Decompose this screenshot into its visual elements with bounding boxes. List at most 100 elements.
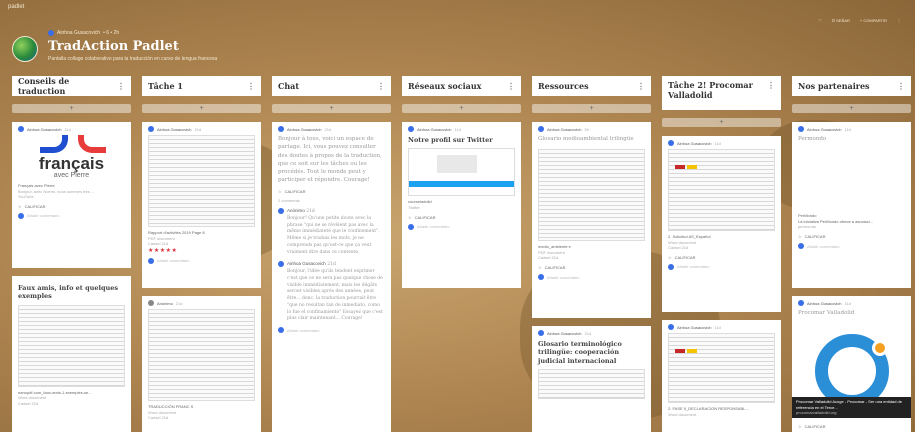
add-post-button[interactable]: + bbox=[272, 104, 391, 113]
brand-logo[interactable]: padlet bbox=[8, 4, 24, 10]
post-card[interactable]: Ainhoa Gusacovich 11d Permondo PerMondo L… bbox=[792, 122, 911, 288]
column-header: Chat ⋮ bbox=[272, 76, 391, 96]
comment-text: Bonjour, l'idée qu'ils tendent exprimer … bbox=[287, 269, 383, 322]
rate-button[interactable]: ☆ CALIFICAR bbox=[278, 189, 385, 194]
post-title: Glosario medioambiental trilingüe bbox=[538, 136, 634, 142]
header-actions: ♡ ⊡ SEÑAR + COMPARTIR ⋮ bbox=[818, 18, 901, 23]
document-preview[interactable] bbox=[668, 149, 775, 231]
column-title: Tâche 2! Procomar Valladolid bbox=[668, 80, 753, 101]
document-preview[interactable] bbox=[148, 135, 255, 227]
more-menu-icon[interactable]: ⋮ bbox=[897, 18, 901, 23]
user-avatar-icon bbox=[668, 324, 674, 330]
post-author: Ainhoa Gusacovich bbox=[157, 126, 192, 132]
star-icon: ☆ bbox=[278, 188, 282, 194]
add-post-button[interactable]: + bbox=[532, 104, 651, 113]
share-button[interactable]: + COMPARTIR bbox=[860, 18, 887, 23]
document-preview[interactable] bbox=[668, 333, 775, 403]
column-ressources: Ressources ⋮ + Ainhoa Gusacovich 5h Glosa… bbox=[532, 76, 651, 432]
post-card[interactable]: Anónimo 21d TRADUCCIÓN FRANC S Word docum… bbox=[142, 296, 261, 432]
rate-button[interactable]: ☆ CALIFICAR bbox=[798, 234, 905, 239]
document-preview[interactable] bbox=[538, 149, 645, 242]
column-title: Nos partenaires bbox=[798, 81, 870, 91]
document-preview[interactable] bbox=[148, 309, 255, 401]
document-preview[interactable] bbox=[538, 369, 645, 400]
add-comment-field[interactable]: Añadir comentario bbox=[148, 257, 255, 264]
post-card[interactable]: Ainhoa Gusacovich 11d français avec Pierr… bbox=[12, 122, 131, 268]
column-header: Tâche 1 ⋮ bbox=[142, 76, 261, 96]
rate-button[interactable]: ☆ CALIFICAR bbox=[408, 215, 515, 220]
post-card[interactable]: Ainhoa Gusacovich 21d Bonjour à tous, voi… bbox=[272, 122, 391, 432]
rate-button[interactable]: ☆ CALIFICAR bbox=[668, 255, 775, 260]
rate-button[interactable]: ☆ CALIFICAR bbox=[538, 265, 645, 270]
star-icon: ☆ bbox=[668, 254, 672, 260]
kebab-icon[interactable]: ⋮ bbox=[247, 81, 255, 91]
user-avatar-icon bbox=[18, 212, 24, 219]
comments-count[interactable]: 2 comments bbox=[278, 198, 385, 204]
post-title: Faux amis, info et quelques exemples bbox=[18, 284, 119, 301]
add-comment-field[interactable]: Añadir comentario bbox=[668, 263, 775, 270]
kebab-icon[interactable]: ⋮ bbox=[897, 81, 905, 91]
user-avatar-icon bbox=[148, 257, 154, 264]
attachment-source: Word document bbox=[668, 411, 697, 417]
rating-stars[interactable]: ★★★★★ bbox=[148, 247, 255, 254]
add-post-button[interactable]: + bbox=[792, 104, 911, 113]
twitter-preview[interactable] bbox=[408, 148, 515, 197]
star-icon: ☆ bbox=[798, 424, 802, 429]
add-post-button[interactable]: + bbox=[402, 104, 521, 113]
post-card[interactable]: Ainhoa Gusacovich 11d Notre profil sur Tw… bbox=[402, 122, 521, 288]
kebab-icon[interactable]: ⋮ bbox=[767, 80, 775, 90]
rate-button[interactable]: ☆ CALIFICAR bbox=[798, 424, 826, 429]
add-comment-field[interactable]: Añadir comentario bbox=[798, 243, 905, 250]
user-avatar-icon bbox=[408, 126, 414, 132]
user-avatar-icon bbox=[538, 330, 544, 336]
link-banner[interactable]: Procomar Valladolid Acoge - Procomar - S… bbox=[792, 397, 911, 418]
post-author: Ainhoa Gusacovich bbox=[417, 126, 452, 132]
kebab-icon[interactable]: ⋮ bbox=[117, 81, 125, 91]
column-title: Réseaux sociaux bbox=[408, 81, 482, 91]
page-subtitle: Pantalla collage colaborativo para la tr… bbox=[48, 56, 218, 62]
column-header: Ressources ⋮ bbox=[532, 76, 651, 96]
column-header: Tâche 2! Procomar Valladolid ⋮ bbox=[662, 76, 781, 110]
add-post-button[interactable]: + bbox=[142, 104, 261, 113]
post-author: Ainhoa Gusacovich bbox=[807, 126, 842, 132]
kebab-icon[interactable]: ⋮ bbox=[637, 81, 645, 91]
heart-icon[interactable]: ♡ bbox=[818, 18, 822, 23]
post-time: 11d bbox=[714, 324, 721, 330]
add-comment-field[interactable]: Añadir comentario bbox=[278, 327, 385, 334]
header: padlet Ainhoa Gusacovich • 6 • 2h TradAc… bbox=[0, 0, 915, 72]
kebab-icon[interactable]: ⋮ bbox=[377, 81, 385, 91]
add-comment-field[interactable]: Añadir comentario bbox=[18, 212, 125, 219]
attachment-time: Cadsel 21d bbox=[538, 255, 559, 261]
remake-button[interactable]: ⊡ SEÑAR bbox=[832, 18, 850, 23]
post-card[interactable]: Ainhoa Gusacovich 5h Glosario medioambien… bbox=[532, 122, 651, 318]
kebab-icon[interactable]: ⋮ bbox=[507, 81, 515, 91]
post-card[interactable]: Ainhoa Gusacovich 11d 2. Solicitud AS_Esp… bbox=[662, 136, 781, 312]
comment: Anónimo 21d Bonjour! Qu'une petite doute … bbox=[278, 208, 385, 256]
comment-time: 21d bbox=[306, 209, 315, 215]
user-avatar-icon bbox=[668, 263, 674, 270]
post-time: 11d bbox=[64, 126, 71, 132]
post-card[interactable]: Ainhoa Gusacovich 21d Glosario terminológ… bbox=[532, 326, 651, 432]
user-avatar-icon bbox=[798, 126, 804, 132]
add-post-button[interactable]: + bbox=[662, 118, 781, 127]
column-conseils: Conseils de traduction ⋮ + Ainhoa Gusaco… bbox=[12, 76, 131, 432]
post-card[interactable]: Faux amis, info et quelques exemples nan… bbox=[12, 276, 131, 432]
rate-button[interactable]: ☆ CALIFICAR bbox=[18, 204, 125, 209]
post-card[interactable]: Ainhoa Gusacovich 21d Rapport d'activités… bbox=[142, 122, 261, 288]
attachment-source: Twitter bbox=[408, 205, 420, 211]
comment: Ainhoa Gusacovich 21d Bonjour, l'idée qu'… bbox=[278, 261, 385, 323]
column-title: Chat bbox=[278, 81, 300, 91]
column-header: Nos partenaires ⋮ bbox=[792, 76, 911, 96]
post-title: Notre profil sur Twitter bbox=[408, 136, 493, 144]
comment-time: 21d bbox=[327, 262, 336, 268]
add-comment-field[interactable]: Añadir comentario bbox=[538, 274, 645, 281]
post-author: Ainhoa Gusacovich bbox=[547, 330, 582, 336]
add-post-button[interactable]: + bbox=[12, 104, 131, 113]
add-comment-field[interactable]: Añadir comentario bbox=[408, 223, 515, 230]
post-card[interactable]: Ainhoa Gusacovich 11d Procomar Valladolid… bbox=[792, 296, 911, 432]
document-preview[interactable] bbox=[18, 304, 125, 387]
star-icon: ☆ bbox=[538, 265, 542, 271]
header-author: Ainhoa Gusacovich • 6 • 2h bbox=[48, 30, 119, 36]
post-card[interactable]: Ainhoa Gusacovich 11d 2. FASE II_DECLARAC… bbox=[662, 320, 781, 432]
column-title: Conseils de traduction bbox=[18, 76, 70, 96]
